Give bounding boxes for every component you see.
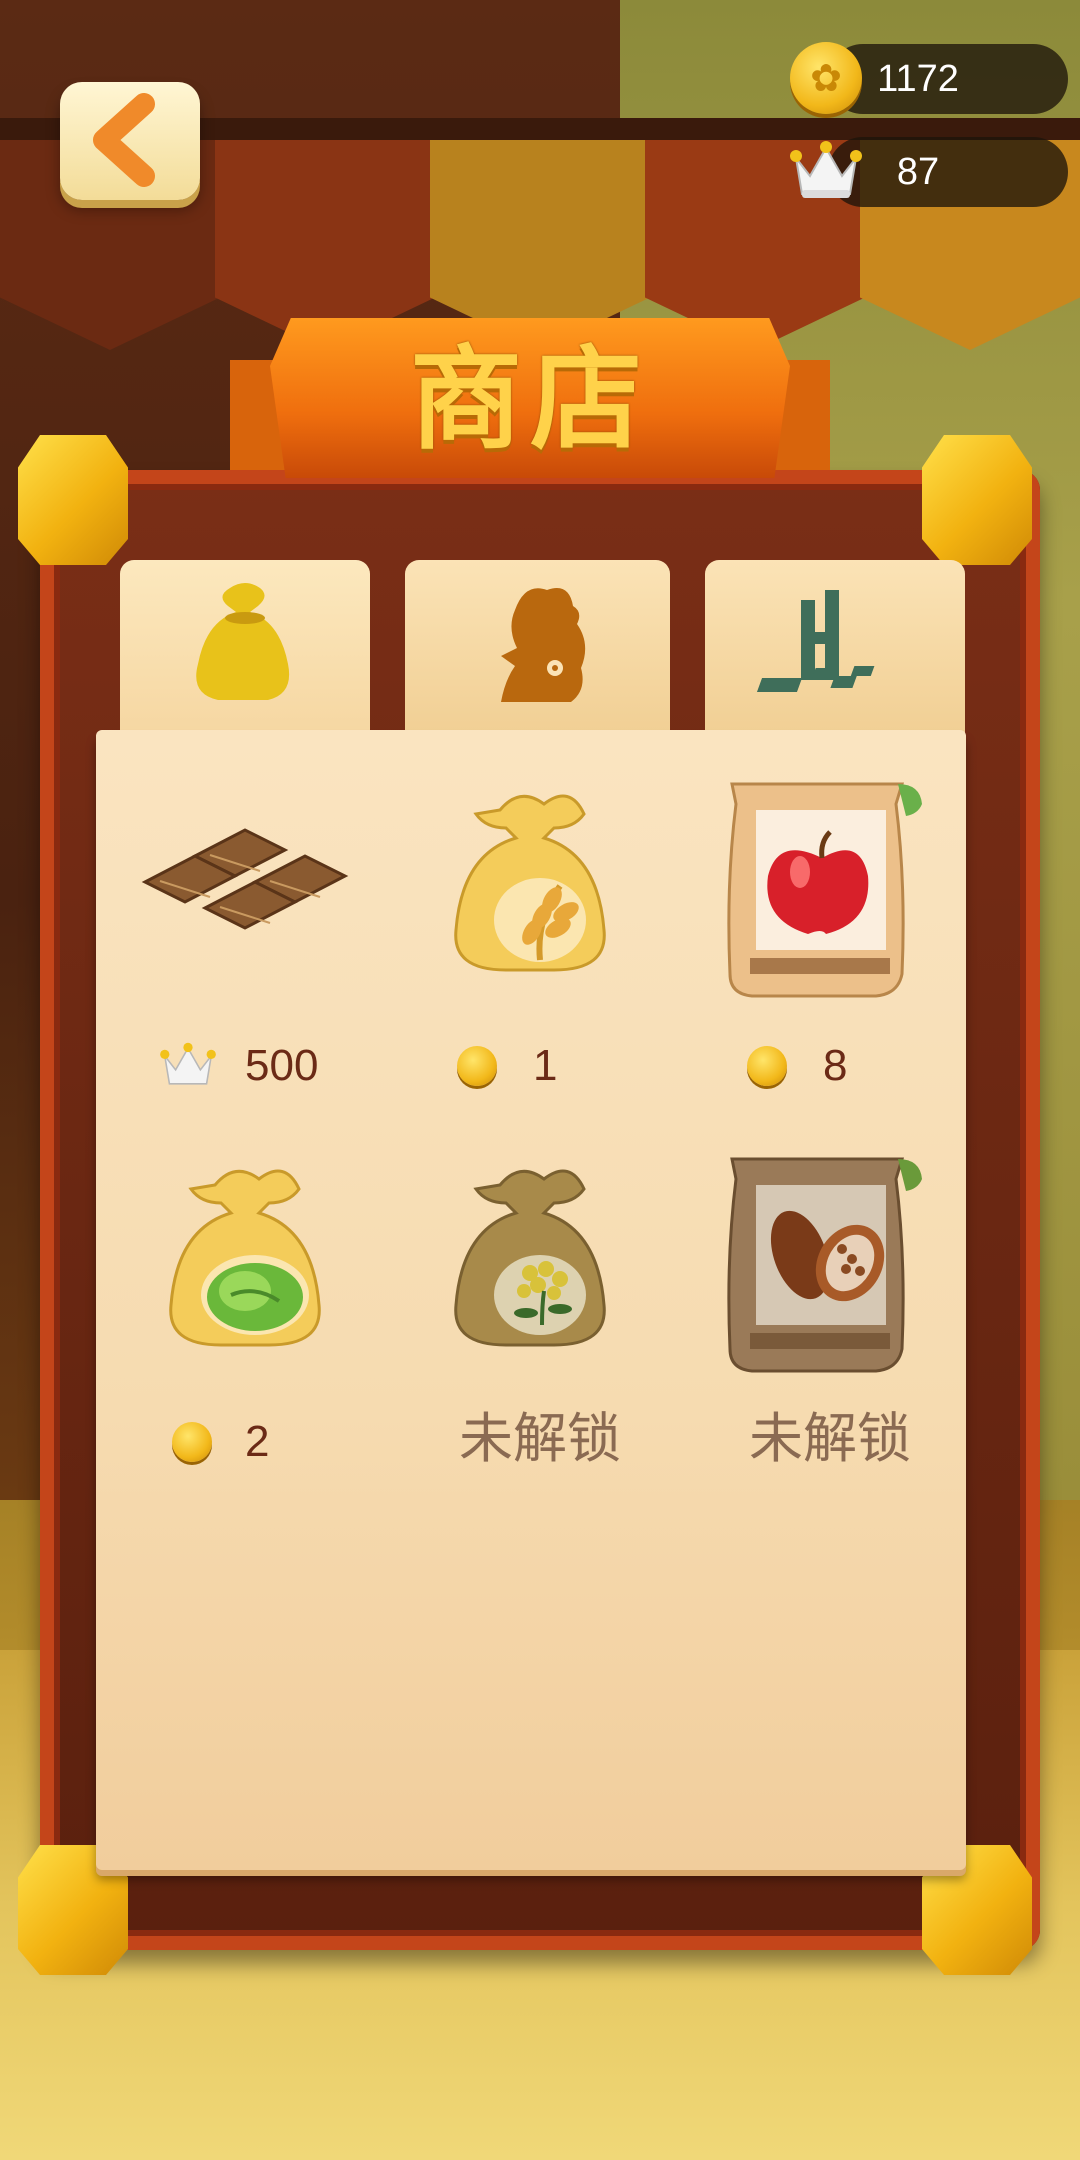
price-value: 8	[823, 1041, 848, 1090]
locked-label: 未解锁	[749, 1407, 911, 1470]
shop-item-farmland[interactable]	[135, 770, 375, 1010]
shop-item-wheat[interactable]	[420, 770, 660, 1010]
farmland-icon	[756, 590, 875, 692]
price-value: 500	[245, 1041, 319, 1090]
shop-item-cocoa[interactable]	[710, 1145, 950, 1385]
coin-icon	[172, 1422, 212, 1462]
cabbage-seed-bag-icon	[169, 1169, 321, 1347]
shop-item-cabbage[interactable]	[135, 1145, 375, 1385]
tab-animals[interactable]	[405, 560, 670, 735]
crown-icon	[790, 141, 862, 198]
crown-counter: 87	[828, 137, 1068, 207]
coin-icon	[747, 1046, 787, 1086]
page-title: 商店	[410, 335, 650, 465]
back-button[interactable]	[60, 82, 200, 200]
tab-land[interactable]	[705, 560, 965, 735]
seed-bag-icon	[196, 583, 290, 700]
rapeseed-seed-bag-icon	[454, 1169, 606, 1347]
shop-item-rapeseed[interactable]	[420, 1145, 660, 1385]
coin-counter: 1172	[828, 44, 1068, 114]
chicken-icon	[501, 588, 586, 702]
apple-seed-bag-icon	[727, 782, 922, 998]
frame-corner	[18, 435, 128, 565]
crown-icon	[160, 1042, 216, 1085]
frame-corner	[922, 435, 1032, 565]
tab-seeds[interactable]	[120, 560, 370, 735]
price-value: 1	[533, 1041, 558, 1090]
farmland-plots-icon	[141, 828, 349, 930]
price-farmland: 500	[160, 1036, 380, 1096]
wheat-seed-bag-icon	[454, 794, 606, 972]
price-value: 2	[245, 1417, 270, 1466]
shop-item-apple[interactable]	[710, 770, 950, 1010]
chevron-left-icon	[93, 93, 155, 187]
price-wheat: 1	[455, 1036, 655, 1096]
coin-icon	[790, 42, 862, 114]
locked-label: 未解锁	[459, 1407, 621, 1470]
price-cabbage: 2	[170, 1412, 370, 1472]
coin-icon	[457, 1046, 497, 1086]
cocoa-seed-bag-icon	[727, 1157, 922, 1373]
price-apple: 8	[745, 1036, 945, 1096]
